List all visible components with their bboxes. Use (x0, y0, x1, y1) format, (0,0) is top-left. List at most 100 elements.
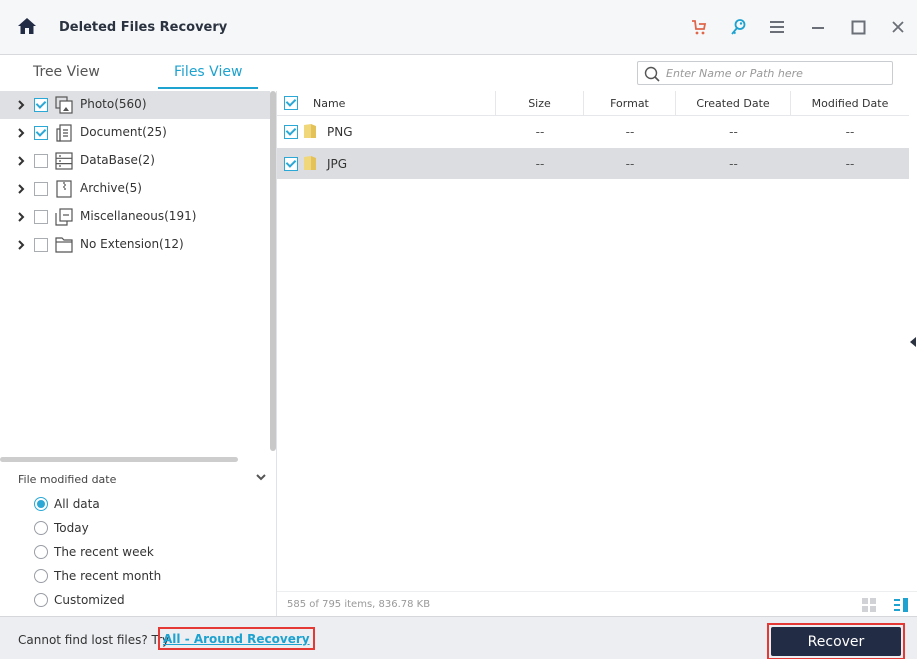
radio-recent-week[interactable]: The recent week (34, 543, 154, 561)
radio-button[interactable] (34, 545, 48, 559)
cart-button[interactable] (688, 16, 710, 38)
close-button[interactable] (887, 16, 909, 38)
list-view-icon[interactable] (894, 598, 908, 612)
tree-item-document[interactable]: Document(25) (0, 119, 270, 147)
radio-all-data[interactable]: All data (34, 495, 100, 513)
radio-button[interactable] (34, 497, 48, 511)
search-input[interactable] (666, 64, 886, 82)
menu-icon (769, 20, 785, 34)
radio-button[interactable] (34, 569, 48, 583)
close-icon (891, 20, 905, 34)
photo-icon (55, 96, 73, 114)
filter-title: File modified date (18, 473, 116, 486)
minimize-button[interactable] (807, 16, 829, 38)
grid-view-icon[interactable] (862, 598, 876, 612)
expand-arrow-icon[interactable] (17, 240, 25, 250)
folder-icon (303, 123, 317, 139)
tree-checkbox-miscellaneous[interactable] (34, 210, 48, 224)
maximize-icon (851, 20, 866, 35)
tree-label: Document(25) (80, 125, 167, 139)
collapse-panel-arrow-icon[interactable] (909, 337, 917, 347)
footer-prompt: Cannot find lost files? Try (18, 633, 169, 647)
expand-arrow-icon[interactable] (17, 100, 25, 110)
cell-created-date: -- (676, 116, 791, 147)
tree-item-miscellaneous[interactable]: Miscellaneous(191) (0, 203, 270, 231)
column-header-size[interactable]: Size (496, 91, 584, 116)
radio-button[interactable] (34, 521, 48, 535)
expand-arrow-icon[interactable] (17, 128, 25, 138)
tree-checkbox-no-extension[interactable] (34, 238, 48, 252)
minimize-icon (811, 20, 825, 34)
row-checkbox[interactable] (284, 157, 298, 171)
miscellaneous-icon (55, 208, 73, 226)
radio-customized[interactable]: Customized (34, 591, 125, 609)
cell-size: -- (496, 116, 584, 147)
expand-arrow-icon[interactable] (17, 184, 25, 194)
tree-label: Photo(560) (80, 97, 147, 111)
home-icon[interactable] (17, 17, 37, 35)
tree-vertical-scrollbar[interactable] (270, 91, 276, 451)
status-divider (277, 591, 917, 592)
cell-size: -- (496, 148, 584, 179)
no-extension-icon (55, 236, 73, 254)
select-all-checkbox[interactable] (284, 96, 298, 110)
column-header-modified-date[interactable]: Modified Date (791, 91, 909, 116)
expand-arrow-icon[interactable] (17, 212, 25, 222)
chevron-down-icon[interactable] (256, 473, 266, 481)
status-text: 585 of 795 items, 836.78 KB (287, 599, 430, 610)
tab-tree-view[interactable]: Tree View (33, 64, 100, 80)
cell-modified-date: -- (791, 148, 909, 179)
tree-label: DataBase(2) (80, 153, 155, 167)
tree-checkbox-database[interactable] (34, 154, 48, 168)
window-title: Deleted Files Recovery (59, 20, 227, 35)
tree-checkbox-photo[interactable] (34, 98, 48, 112)
recover-button[interactable]: Recover (771, 627, 901, 656)
table-header: Name Size Format Created Date Modified D… (277, 91, 909, 116)
search-box (637, 61, 893, 85)
folder-icon (303, 155, 317, 171)
key-icon (729, 18, 747, 36)
footer-bar: Cannot find lost files? Try All - Around… (0, 616, 917, 659)
radio-button[interactable] (34, 593, 48, 607)
cell-created-date: -- (676, 148, 791, 179)
app-window: Deleted Files Recovery (0, 0, 917, 659)
key-button[interactable] (727, 16, 749, 38)
tree-label: No Extension(12) (80, 237, 184, 251)
tree-item-no-extension[interactable]: No Extension(12) (0, 231, 270, 259)
radio-today[interactable]: Today (34, 519, 89, 537)
tree-item-database[interactable]: DataBase(2) (0, 147, 270, 175)
active-tab-indicator (158, 87, 258, 89)
tab-files-view[interactable]: Files View (174, 64, 242, 80)
radio-label: All data (54, 497, 100, 511)
tree-checkbox-document[interactable] (34, 126, 48, 140)
document-icon (55, 124, 73, 142)
tree-label: Archive(5) (80, 181, 142, 195)
table-row[interactable]: PNG -- -- -- -- (277, 116, 909, 147)
tree-item-archive[interactable]: Archive(5) (0, 175, 270, 203)
tree-label: Miscellaneous(191) (80, 209, 196, 223)
search-icon (644, 66, 660, 82)
archive-icon (55, 180, 73, 198)
maximize-button[interactable] (847, 16, 869, 38)
tree-item-photo[interactable]: Photo(560) (0, 91, 270, 119)
column-header-format[interactable]: Format (584, 91, 676, 116)
tree-checkbox-archive[interactable] (34, 182, 48, 196)
file-list-panel: Name Size Format Created Date Modified D… (277, 91, 917, 616)
cell-name: JPG (327, 148, 487, 179)
radio-recent-month[interactable]: The recent month (34, 567, 161, 585)
radio-label: Today (54, 521, 89, 535)
row-checkbox[interactable] (284, 125, 298, 139)
cell-name: PNG (327, 116, 487, 147)
expand-arrow-icon[interactable] (17, 156, 25, 166)
all-around-recovery-link[interactable]: All - Around Recovery (158, 627, 315, 650)
cell-modified-date: -- (791, 116, 909, 147)
column-header-name[interactable]: Name (303, 91, 496, 116)
category-panel: Photo(560) Document(25) DataBase(2) (0, 91, 277, 616)
table-row[interactable]: JPG -- -- -- -- (277, 148, 909, 179)
cart-icon (690, 18, 708, 36)
column-header-created-date[interactable]: Created Date (676, 91, 791, 116)
tree-horizontal-scrollbar[interactable] (0, 457, 238, 462)
radio-label: The recent week (54, 545, 154, 559)
title-bar: Deleted Files Recovery (0, 0, 917, 55)
menu-button[interactable] (766, 16, 788, 38)
